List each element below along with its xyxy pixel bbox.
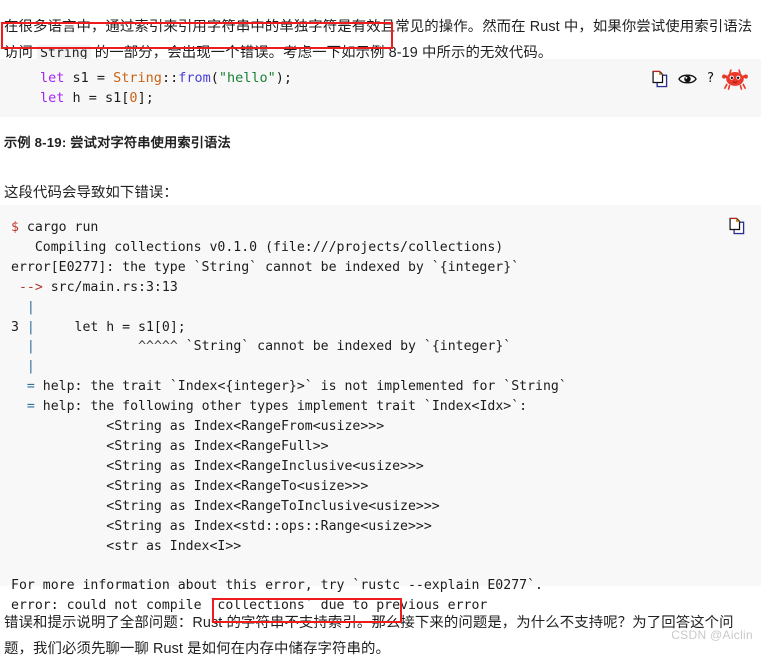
code-bracket-close: ];: [137, 90, 154, 106]
rust-code-content: let s1 = String::from("hello"); let h = …: [0, 59, 761, 108]
code-keyword-let-1: let: [40, 70, 65, 86]
terminal-output-content: $ cargo run Compiling collections v0.1.0…: [11, 220, 567, 614]
outro-text-part-1: 错误和提示说明了全部问题：: [4, 615, 193, 632]
copy-icon[interactable]: [728, 217, 745, 235]
ferris-crab-icon[interactable]: [721, 67, 749, 90]
outro-paragraph: 错误和提示说明了全部问题：Rust 的字符串不支持索引。那么接下来的问题是，为什…: [4, 610, 758, 662]
code-type-string: String: [113, 70, 162, 86]
code-block-toolbar: ?: [651, 67, 749, 90]
terminal-output-block: $ cargo run Compiling collections v0.1.0…: [0, 205, 761, 613]
outro-highlighted-text: Rust 的字符串不支持索引。: [192, 615, 372, 632]
page-root: 在很多语言中，通过索引来引用字符串中的单独字符是有效且常见的操作。然而在 Rus…: [0, 0, 761, 657]
error-intro-line: 这段代码会导致如下错误：: [4, 185, 178, 201]
figure-caption: 示例 8-19: 尝试对字符串使用索引语法: [4, 135, 231, 150]
code-path-sep: ::: [161, 70, 179, 86]
code-fn-from: from: [178, 70, 211, 86]
copy-icon[interactable]: [651, 70, 668, 88]
help-question-icon[interactable]: ?: [707, 71, 714, 86]
code-index-expr: h = s1[: [64, 90, 130, 106]
code-paren-close: );: [275, 70, 293, 86]
eye-icon[interactable]: [678, 72, 697, 86]
code-number-zero: 0: [129, 90, 138, 106]
code-string-hello: "hello": [218, 70, 276, 86]
code-paren-open: (: [210, 70, 219, 86]
code-keyword-let-2: let: [40, 90, 65, 106]
rust-code-block: let s1 = String::from("hello"); let h = …: [0, 59, 761, 117]
csdn-watermark: CSDN @Aiclin: [671, 628, 753, 642]
code-var-s1: s1 =: [64, 70, 114, 86]
